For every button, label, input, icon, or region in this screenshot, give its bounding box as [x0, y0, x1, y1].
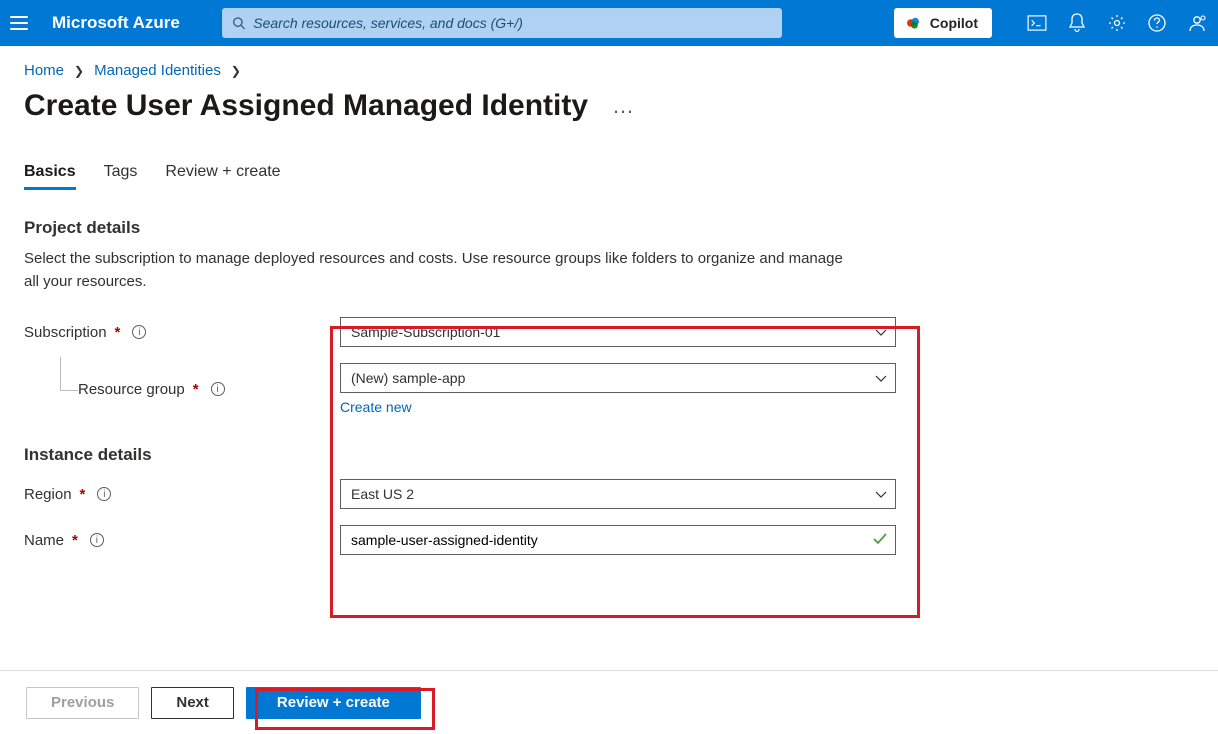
- page-body: Home ❯ Managed Identities ❯ Create User …: [0, 46, 1218, 670]
- cloud-shell-icon[interactable]: [1026, 12, 1048, 34]
- breadcrumb: Home ❯ Managed Identities ❯: [24, 62, 1194, 79]
- global-search-input[interactable]: [222, 8, 782, 38]
- breadcrumb-managed-identities[interactable]: Managed Identities: [94, 62, 221, 79]
- topbar-action-icons: [1026, 12, 1208, 34]
- settings-gear-icon[interactable]: [1106, 12, 1128, 34]
- name-input-field[interactable]: [351, 532, 885, 548]
- brand-label[interactable]: Microsoft Azure: [52, 13, 180, 33]
- chevron-down-icon: [875, 486, 887, 502]
- search-icon: [232, 16, 245, 30]
- tab-review-create[interactable]: Review + create: [165, 163, 280, 190]
- tab-basics[interactable]: Basics: [24, 163, 76, 190]
- chevron-right-icon: ❯: [231, 64, 241, 78]
- notifications-icon[interactable]: [1066, 12, 1088, 34]
- create-new-resource-group-link[interactable]: Create new: [340, 399, 412, 415]
- next-button[interactable]: Next: [151, 687, 234, 719]
- previous-button: Previous: [26, 687, 139, 719]
- review-create-button[interactable]: Review + create: [246, 687, 421, 719]
- subscription-select[interactable]: Sample-Subscription-01: [340, 317, 896, 347]
- copilot-label: Copilot: [930, 15, 978, 31]
- section-title-instance-details: Instance details: [24, 445, 1194, 465]
- info-icon[interactable]: i: [211, 382, 225, 396]
- label-name: Name * i: [24, 532, 340, 549]
- tree-connector-line: [60, 357, 78, 391]
- tab-tags[interactable]: Tags: [104, 163, 138, 190]
- info-icon[interactable]: i: [90, 533, 104, 547]
- required-star-icon: *: [193, 381, 199, 398]
- wizard-footer: Previous Next Review + create: [0, 670, 1218, 734]
- chevron-right-icon: ❯: [74, 64, 84, 78]
- copilot-button[interactable]: Copilot: [894, 8, 992, 38]
- chevron-down-icon: [875, 370, 887, 386]
- help-icon[interactable]: [1146, 12, 1168, 34]
- subscription-value: Sample-Subscription-01: [351, 324, 500, 340]
- breadcrumb-home[interactable]: Home: [24, 62, 64, 79]
- required-star-icon: *: [72, 532, 78, 549]
- label-region: Region * i: [24, 486, 340, 503]
- page-title: Create User Assigned Managed Identity: [24, 89, 588, 123]
- resource-group-value: (New) sample-app: [351, 370, 465, 386]
- label-subscription: Subscription * i: [24, 324, 340, 341]
- info-icon[interactable]: i: [132, 325, 146, 339]
- top-navigation-bar: Microsoft Azure Copilot: [0, 0, 1218, 46]
- section-title-project-details: Project details: [24, 218, 1194, 238]
- more-actions-icon[interactable]: …: [612, 93, 636, 119]
- account-icon[interactable]: [1186, 12, 1208, 34]
- hamburger-menu-icon[interactable]: [10, 11, 34, 35]
- region-value: East US 2: [351, 486, 414, 502]
- required-star-icon: *: [80, 486, 86, 503]
- required-star-icon: *: [115, 324, 121, 341]
- section-description-project-details: Select the subscription to manage deploy…: [24, 248, 844, 293]
- name-input[interactable]: [340, 525, 896, 555]
- copilot-icon: [904, 14, 922, 32]
- global-search-field[interactable]: [253, 15, 772, 31]
- info-icon[interactable]: i: [97, 487, 111, 501]
- region-select[interactable]: East US 2: [340, 479, 896, 509]
- validation-check-icon: [873, 532, 887, 548]
- chevron-down-icon: [875, 324, 887, 340]
- resource-group-select[interactable]: (New) sample-app: [340, 363, 896, 393]
- tab-strip: Basics Tags Review + create: [24, 163, 1194, 190]
- label-resource-group: Resource group * i: [24, 381, 340, 398]
